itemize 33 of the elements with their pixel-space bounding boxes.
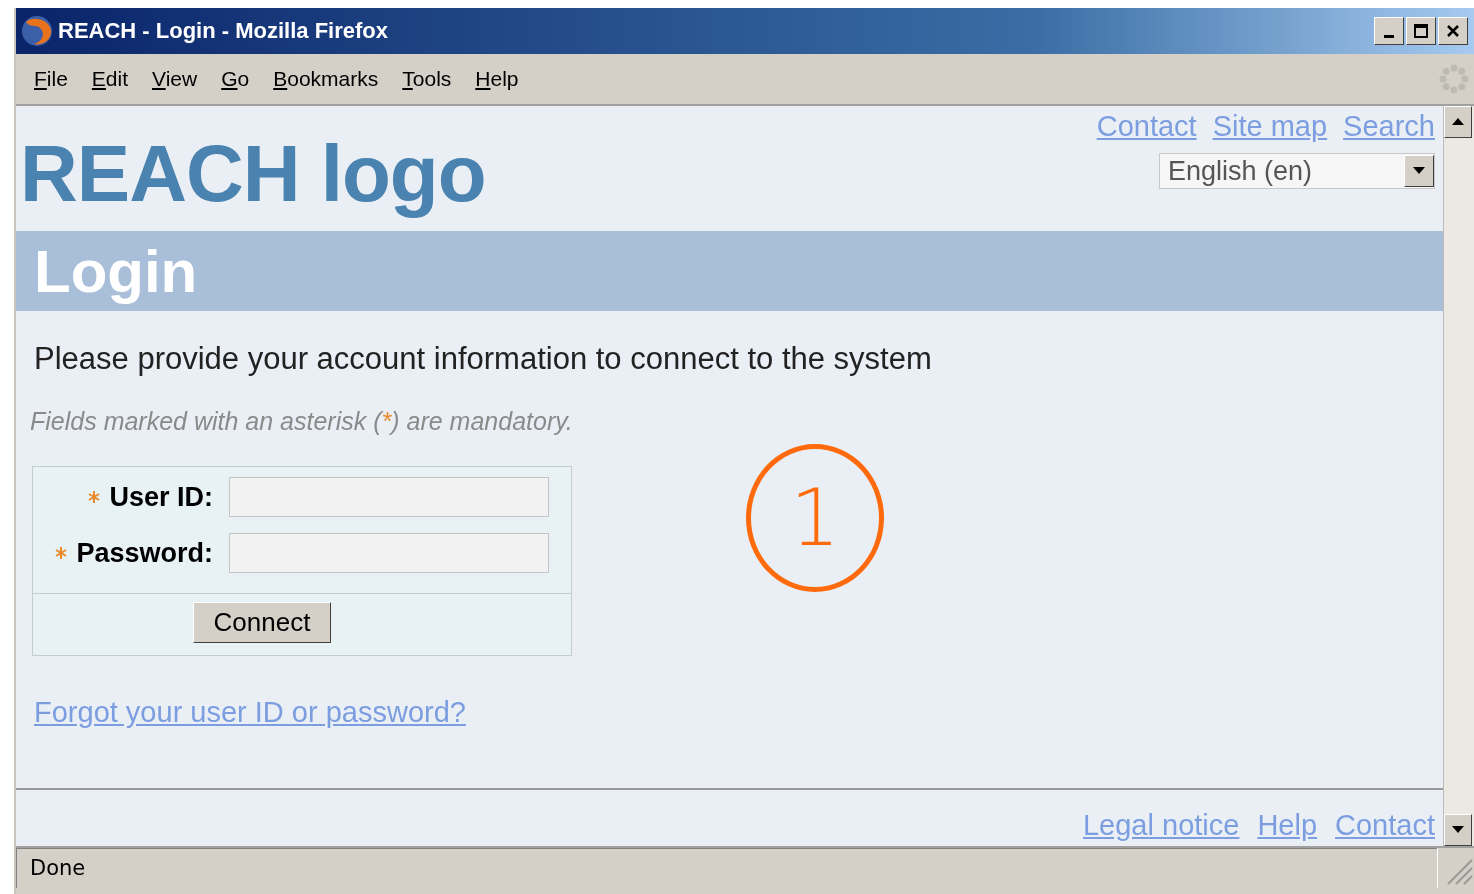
menu-item[interactable]: File [26, 67, 84, 91]
language-select[interactable]: English (en) [1159, 153, 1435, 189]
menu-item[interactable]: Help [467, 67, 535, 91]
connect-button[interactable]: Connect [192, 602, 332, 643]
maximize-button[interactable] [1406, 17, 1436, 45]
menu-item[interactable]: Bookmarks [265, 67, 395, 91]
mandatory-note: Fields marked with an asterisk (*) are mandatory. [30, 407, 574, 436]
input-field[interactable] [229, 477, 549, 517]
browser-logo-icon [20, 14, 54, 48]
menu-item[interactable]: Edit [83, 67, 145, 91]
menu-item[interactable]: Tools [394, 67, 468, 91]
minimize-button[interactable] [1374, 17, 1404, 45]
status-text: Done [16, 848, 1438, 888]
page-title: Login [34, 236, 198, 306]
window-title: REACH - Login - Mozilla Firefox [58, 18, 388, 44]
maximize-icon [1413, 23, 1429, 39]
up-arrow-icon [1452, 118, 1464, 126]
logo-text: REACH logo [20, 127, 486, 220]
menu-item[interactable]: View [144, 67, 214, 91]
scrollbar[interactable] [1443, 106, 1474, 846]
menu-item[interactable]: Go [213, 67, 266, 91]
scroll-up-button[interactable] [1444, 106, 1472, 138]
minimize-icon [1384, 34, 1394, 38]
field-label: User ID: [109, 481, 213, 513]
close-icon [1446, 24, 1460, 38]
field-label: Password: [76, 537, 213, 569]
close-button[interactable] [1438, 17, 1468, 45]
intro-text: Please provide your account information to connect to the system [34, 341, 933, 377]
input-field[interactable] [229, 533, 549, 573]
caret-icon [1413, 167, 1425, 175]
down-arrow-icon [1452, 826, 1464, 834]
scroll-down-button[interactable] [1444, 814, 1472, 846]
callout-marker: 1 [746, 444, 884, 592]
